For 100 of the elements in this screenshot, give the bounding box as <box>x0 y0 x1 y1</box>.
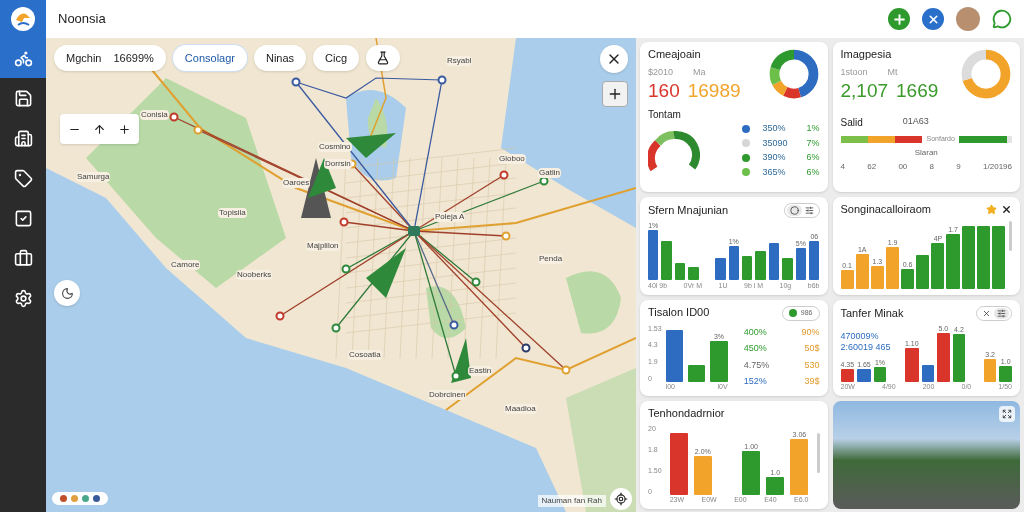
card-title: Tenhondadrnior <box>648 407 726 421</box>
logo-icon <box>10 6 36 32</box>
chart-bar <box>710 340 728 382</box>
chart-bar <box>961 226 975 289</box>
map-place-label: Penda <box>538 254 564 264</box>
chart-bar <box>790 438 809 495</box>
scrollbar[interactable] <box>1009 220 1012 251</box>
star-icon[interactable] <box>986 204 997 216</box>
chart-bar <box>669 433 688 495</box>
flask-icon <box>376 51 391 65</box>
metric-value: 16989 <box>687 79 741 103</box>
circle-icon <box>789 206 799 215</box>
axis-label: 4 <box>840 160 845 173</box>
table-cell-text: 400% <box>743 325 767 339</box>
chart-bar <box>687 364 706 382</box>
legend-share: 6% <box>806 165 820 179</box>
metric-caption: $2010 <box>648 65 674 79</box>
section-label: Salid <box>840 116 863 130</box>
filter-chip[interactable]: Cicg <box>313 45 360 71</box>
table-cell-text: 530 <box>804 358 820 372</box>
chart-bar <box>809 240 820 280</box>
chart-bar <box>946 234 960 289</box>
legend-value: 35090 <box>762 136 789 150</box>
map-attribution: Nauman fan Rah <box>537 495 606 507</box>
save-icon <box>13 88 33 108</box>
section-code: 01A63 <box>902 115 929 128</box>
chart-bar <box>983 359 997 382</box>
filter-icon <box>804 206 814 215</box>
table-cell: 152% <box>743 375 767 389</box>
metric-value: 1669 <box>896 79 939 103</box>
chart-bar <box>782 257 793 280</box>
chart-bar <box>755 251 766 280</box>
chart-bar <box>661 240 672 280</box>
donut-chart <box>960 48 1012 100</box>
legend-value: 365% <box>762 165 787 179</box>
zoom-in-button[interactable] <box>602 81 628 107</box>
legend-value: 350% <box>762 122 787 135</box>
toggle-option[interactable] <box>786 205 802 216</box>
close-icon <box>982 309 991 318</box>
bicycle-icon <box>13 48 33 68</box>
add-button[interactable] <box>888 8 910 30</box>
map-place-label: Dobrcinen <box>428 390 467 400</box>
legend-share: 7% <box>806 136 820 150</box>
close-icon[interactable] <box>1001 204 1012 216</box>
expand-icon <box>1002 409 1012 419</box>
tag-icon <box>13 168 33 188</box>
filter-chip[interactable]: Mgchin 16699% <box>54 45 166 71</box>
chart-bar <box>921 364 935 382</box>
chart-bar <box>857 369 871 382</box>
legend-share: 1% <box>806 122 820 135</box>
moon-icon <box>60 286 74 300</box>
table-cell-text: 90% <box>801 325 820 339</box>
map-place-label: Topisila <box>218 208 247 218</box>
table-cell: 39$ <box>804 375 820 389</box>
close-button[interactable] <box>922 8 944 30</box>
map-place-label: Camore <box>170 260 201 270</box>
chart-bar <box>693 456 712 495</box>
gauge-chart <box>648 128 700 173</box>
map-view[interactable]: Mgchin 16699% Consolagr Ninas Cicg Conisia Samurga Cosmino Dorrsin Oaroes Topisila Majplilon Camore Nooberks Poleja A Gioboo Gatlin Penda Cosoatia Eastin Dobrcinen Maadioa Rsyabl Nauman fan Rah <box>46 38 636 512</box>
map-place-label: Samurga <box>76 172 111 182</box>
chart-bar <box>648 230 659 280</box>
map-place-label: Dorrsin <box>324 159 352 169</box>
chart-bar <box>665 330 683 382</box>
toggle-option[interactable] <box>994 308 1009 319</box>
chart-bar <box>976 226 990 289</box>
chart-bar <box>688 267 699 280</box>
axis-label: 1/20196 <box>983 160 1012 173</box>
arrow-up-icon[interactable] <box>93 122 106 136</box>
card-title: Imagpesia <box>840 48 893 62</box>
chart-bar <box>840 369 855 382</box>
avatar[interactable] <box>956 7 980 31</box>
map-place-label: Cosmino <box>318 142 352 152</box>
filter-icon <box>997 309 1006 318</box>
metric-caption: 1stoon <box>840 65 868 79</box>
legend-value: 390% <box>762 151 787 164</box>
axis-label: 8 <box>929 160 935 173</box>
map-place-label: Nooberks <box>236 270 273 280</box>
map-place-label: Maadioa <box>504 404 537 414</box>
expand-button[interactable] <box>999 406 1015 422</box>
plus-icon <box>607 86 623 102</box>
card-title: Tisalon ID00 <box>648 306 710 321</box>
map-place-label: Rsyabl <box>446 56 473 66</box>
card-title: Tanfer Minak <box>840 306 904 321</box>
axis-label: 62 <box>867 160 877 173</box>
map-place-label: Conisia <box>140 110 169 120</box>
filter-chip[interactable]: Consolagr <box>172 45 247 71</box>
checkbox-icon <box>13 208 33 228</box>
map-place-label: Gatlin <box>538 168 561 178</box>
chart-bar <box>931 242 945 289</box>
scrollbar[interactable] <box>816 432 820 473</box>
metric-value: 160 <box>648 79 680 103</box>
stat-value: 2:60019 465 <box>840 342 891 354</box>
chart-bar <box>999 366 1012 382</box>
map-place-label: Cosoatia <box>348 350 382 360</box>
stat-value: 470009% <box>840 331 880 343</box>
plus-icon[interactable] <box>118 122 131 136</box>
map-place-label: Gioboo <box>498 154 526 164</box>
table-cell: 50$ <box>804 342 820 356</box>
chart-bar <box>991 226 1006 289</box>
chat-icon[interactable] <box>992 9 1012 29</box>
